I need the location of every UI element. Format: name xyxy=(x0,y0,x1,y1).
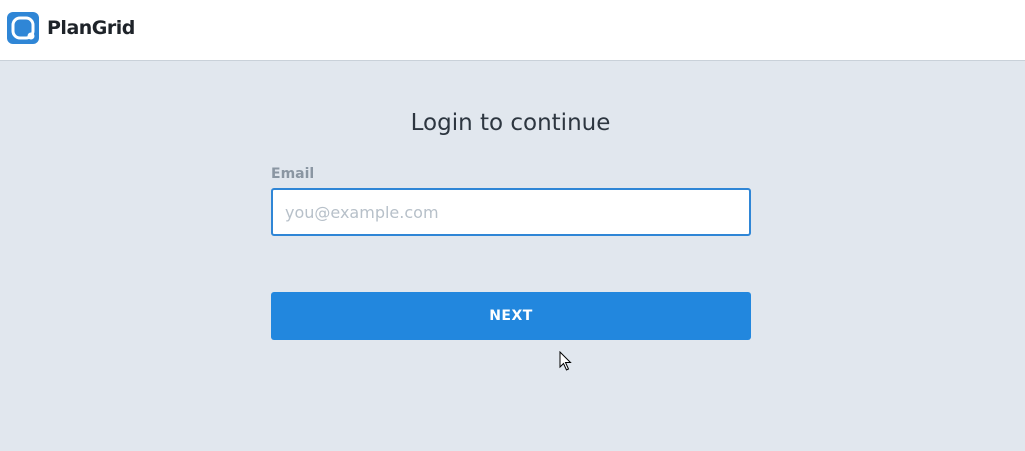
page-title: Login to continue xyxy=(410,110,611,136)
email-field[interactable] xyxy=(271,188,751,236)
email-label: Email xyxy=(271,166,315,182)
plangrid-logo-icon xyxy=(7,12,39,44)
mouse-cursor-icon xyxy=(559,351,572,371)
login-panel: Login to continue Email NEXT xyxy=(0,61,1025,451)
brand-name: PlanGrid xyxy=(47,17,135,39)
plangrid-logo[interactable]: PlanGrid xyxy=(7,12,135,44)
top-header: PlanGrid xyxy=(0,0,1025,61)
next-button[interactable]: NEXT xyxy=(271,292,751,340)
